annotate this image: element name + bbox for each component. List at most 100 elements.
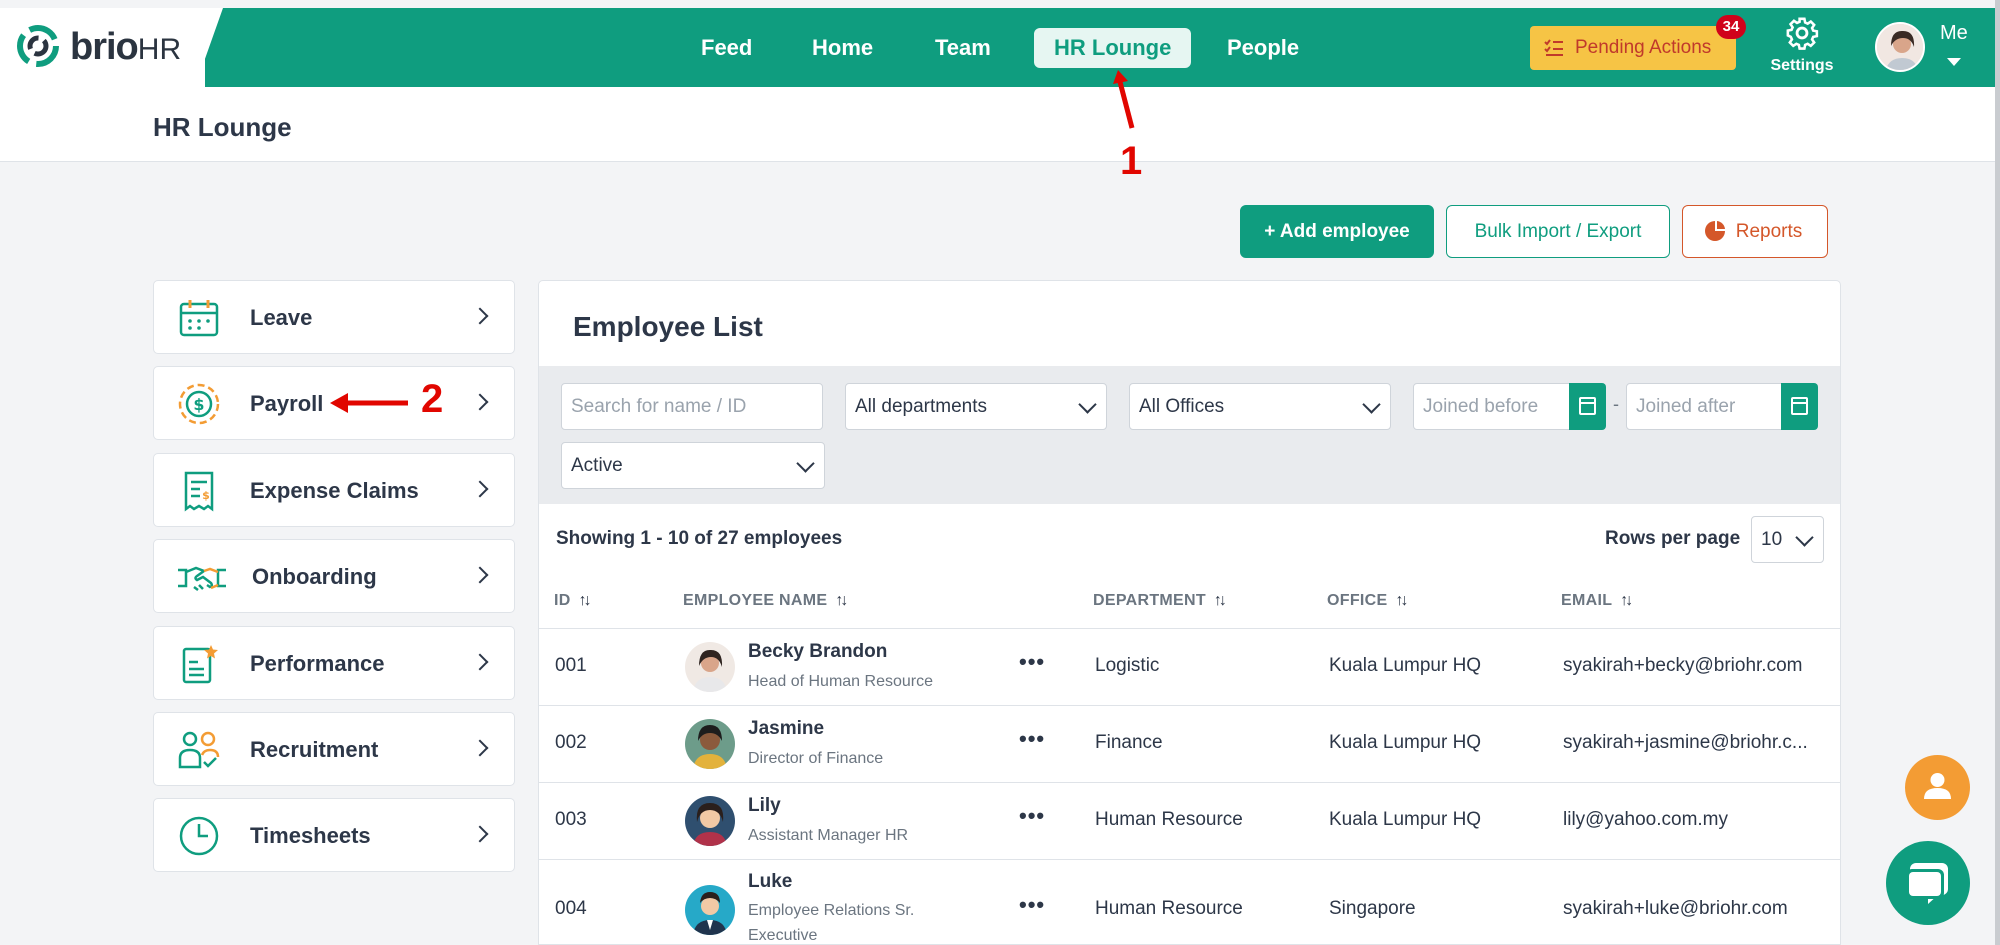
chevron-right-icon [471,566,489,584]
add-employee-button[interactable]: + Add employee [1240,205,1434,258]
annotation-number-2: 2 [421,377,444,421]
column-header-employee-name[interactable]: EMPLOYEE NAME ↑↓ [683,592,848,610]
user-illustration-icon [685,719,735,769]
department-select[interactable]: All departments [845,383,1107,430]
pagination-summary: Showing 1 - 10 of 27 employees [556,528,843,549]
sidebar-item-onboarding[interactable]: Onboarding [153,539,515,613]
sidebar-item-performance[interactable]: Performance [153,626,515,700]
employee-email: syakirah+becky@briohr.com [1563,655,1803,676]
column-header-email[interactable]: EMAIL ↑↓ [1561,592,1633,610]
pending-actions-button[interactable]: Pending Actions [1530,26,1736,70]
logo[interactable]: brioHR [0,8,205,87]
joined-before-input[interactable]: Joined before [1413,383,1573,430]
me-avatar[interactable] [1875,22,1925,72]
more-actions-icon[interactable]: ••• [1019,726,1045,752]
sidebar-item-recruitment[interactable]: Recruitment [153,712,515,786]
checklist-icon [1544,39,1563,56]
employee-name[interactable]: Becky Brandon [748,641,887,663]
annotation-arrow-2 [330,393,408,413]
nav-hr-lounge[interactable]: HR Lounge [1034,28,1192,68]
employee-email: syakirah+jasmine@briohr.c... [1563,732,1808,753]
settings-label: Settings [1770,57,1834,74]
employee-list-title: Employee List [573,311,763,342]
employee-office: Singapore [1329,898,1416,919]
employee-department: Logistic [1095,655,1160,676]
page-header: HR Lounge [0,87,1995,162]
nav-team[interactable]: Team [915,28,1011,68]
nav-home[interactable]: Home [792,28,893,68]
settings-button[interactable]: Settings [1762,16,1842,75]
employee-name[interactable]: Jasmine [748,718,824,740]
page-scrollbar[interactable] [1995,0,2000,945]
sort-icon[interactable]: ↑↓ [1395,592,1408,610]
chat-button[interactable] [1886,841,1970,925]
sidebar-item-timesheets[interactable]: Timesheets [153,798,515,872]
table-row[interactable]: 001 Becky Brandon Head of Human Resource… [539,628,1840,705]
employee-title: Head of Human Resource [748,673,933,690]
filter-bar: Search for name / ID All departments All… [539,366,1840,504]
employee-title: Director of Finance [748,750,884,767]
sidebar-item-label: Expense Claims [250,478,419,503]
status-select[interactable]: Active [561,442,825,489]
svg-text:$: $ [202,489,210,502]
more-actions-icon[interactable]: ••• [1019,892,1045,918]
user-icon [1924,773,1951,799]
chevron-down-icon [1362,395,1381,414]
people-check-icon [178,731,220,769]
column-header-id[interactable]: ID ↑↓ [554,592,592,610]
rows-per-page-value: 10 [1761,529,1783,550]
chevron-right-icon [471,393,489,411]
rows-per-page-label: Rows per page [1605,528,1741,549]
dollar-coin-icon: $ [178,383,220,425]
user-photo-icon [685,642,735,692]
sidebar-item-label: Onboarding [252,564,377,589]
sidebar-item-label: Payroll [250,391,324,416]
column-header-department[interactable]: DEPARTMENT ↑↓ [1093,592,1227,610]
chevron-down-icon [1795,528,1814,547]
logo-divider [195,8,223,87]
table-row[interactable]: 004 Luke Employee Relations Sr. Executiv… [539,859,1840,944]
user-help-button[interactable] [1905,755,1970,820]
sort-icon[interactable]: ↑↓ [835,592,848,610]
sort-icon[interactable]: ↑↓ [1214,592,1227,610]
sidebar-item-label: Timesheets [250,823,371,848]
nav-people[interactable]: People [1207,28,1319,68]
me-caret-icon[interactable] [1947,58,1961,66]
more-actions-icon[interactable]: ••• [1019,649,1045,675]
employee-title: Employee Relations Sr. [748,902,915,919]
me-menu-label[interactable]: Me [1940,22,1968,45]
table-row[interactable]: 002 Jasmine Director of Finance ••• Fina… [539,705,1840,782]
chevron-right-icon [471,825,489,843]
bulk-import-export-button[interactable]: Bulk Import / Export [1446,205,1670,258]
joined-after-calendar-button[interactable] [1781,383,1818,430]
employee-name[interactable]: Lily [748,795,781,817]
employee-email: lily@yahoo.com.my [1563,809,1728,830]
pie-chart-icon [1705,221,1725,241]
sidebar-item-leave[interactable]: Leave [153,280,515,354]
nav-feed[interactable]: Feed [681,28,772,68]
rows-per-page-select[interactable]: 10 [1751,516,1824,563]
office-select[interactable]: All Offices [1129,383,1391,430]
status-select-value: Active [571,455,623,476]
joined-after-input[interactable]: Joined after [1626,383,1786,430]
chevron-down-icon [796,454,815,473]
chevron-right-icon [471,307,489,325]
employee-id: 002 [555,732,587,753]
annotation-arrow-1 [1113,70,1135,129]
sidebar-item-expense-claims[interactable]: $ Expense Claims [153,453,515,527]
top-navbar: brioHR Feed Home Team HR Lounge People P… [0,8,1995,87]
chevron-right-icon [471,653,489,671]
table-row[interactable]: 003 Lily Assistant Manager HR ••• Human … [539,782,1840,859]
pending-actions-label: Pending Actions [1575,37,1712,58]
search-input[interactable]: Search for name / ID [561,383,823,430]
sort-icon[interactable]: ↑↓ [1620,592,1633,610]
employee-avatar [685,796,735,846]
more-actions-icon[interactable]: ••• [1019,803,1045,829]
reports-button[interactable]: Reports [1682,205,1828,258]
column-header-office[interactable]: OFFICE ↑↓ [1327,592,1408,610]
calendar-icon [179,300,219,337]
employee-name[interactable]: Luke [748,871,792,893]
employee-email: syakirah+luke@briohr.com [1563,898,1788,919]
joined-before-calendar-button[interactable] [1569,383,1606,430]
sort-icon[interactable]: ↑↓ [579,592,592,610]
